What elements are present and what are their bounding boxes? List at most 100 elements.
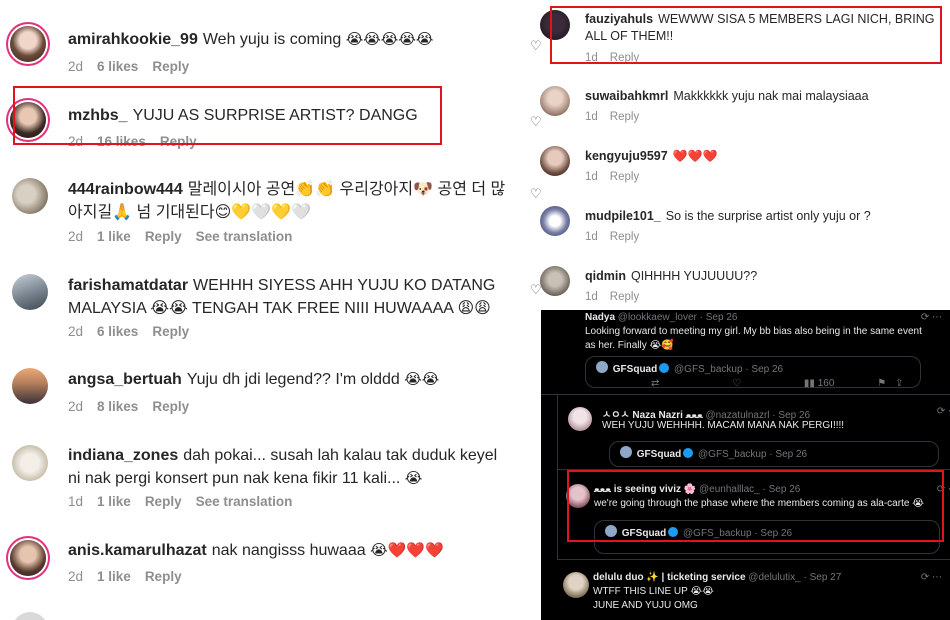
tweet-item: delulu duo ✨ | ticketing service @delulu… xyxy=(541,560,950,620)
comment-likes[interactable]: 1 like xyxy=(97,569,131,584)
comment-meta: 2d 1 like Reply See translation xyxy=(68,229,306,244)
comment-username[interactable]: mudpile101_ xyxy=(585,209,661,223)
see-translation-link[interactable]: See translation xyxy=(196,229,293,244)
share-icon[interactable]: ⇪ xyxy=(895,378,903,389)
tweet-header: Nadya @lookkaew_lover · Sep 26 xyxy=(585,312,737,323)
avatar[interactable] xyxy=(563,572,589,598)
comment-username[interactable]: 444rainbow444 xyxy=(68,181,183,198)
comment-item: mudpile101_ So is the surprise artist onl… xyxy=(522,200,950,260)
comment-likes[interactable]: 6 likes xyxy=(97,324,138,339)
avatar xyxy=(596,361,608,373)
comment-item: angsa_bertuah Yuju dh jdi legend?? I'm ol… xyxy=(0,360,520,440)
like-heart-icon[interactable]: ♡ xyxy=(530,38,542,54)
reply-button[interactable]: Reply xyxy=(610,291,639,303)
comment-item: ♡ kengyuju9597 ❤️❤️❤️ 1d Reply xyxy=(522,140,950,201)
comment-time: 2d xyxy=(68,324,84,339)
bookmark-icon[interactable]: ⚑ xyxy=(877,378,886,389)
comment-body: So is the surprise artist only yuju or ? xyxy=(665,209,871,223)
comment-time: 1d xyxy=(68,494,84,509)
tweet-handle[interactable]: @delulutix_ · Sep 27 xyxy=(748,572,841,583)
retweet-icon[interactable]: ⇄ xyxy=(651,378,659,389)
highlight-box xyxy=(13,86,442,145)
comment-meta: 1d Reply xyxy=(585,171,651,183)
comment-meta: 1d Reply xyxy=(585,111,651,123)
tweet-more-icon[interactable]: ⟳ ⋯ xyxy=(921,572,942,583)
reply-button[interactable]: Reply xyxy=(152,324,189,339)
comment-username[interactable]: angsa_bertuah xyxy=(68,371,182,388)
avatar[interactable] xyxy=(12,445,48,481)
comment-username[interactable]: farishamatdatar xyxy=(68,277,188,294)
comment-likes[interactable]: 8 likes xyxy=(97,399,138,414)
comment-meta: 1d Reply xyxy=(585,231,651,243)
comment-emoji: 😭❤️❤️❤️ xyxy=(370,541,444,559)
avatar[interactable] xyxy=(12,368,48,404)
tweet-display-name[interactable]: Nadya xyxy=(585,312,615,323)
avatar[interactable] xyxy=(540,146,570,176)
verified-icon xyxy=(659,363,670,373)
comment-username[interactable]: suwaibahkmrl xyxy=(585,89,668,103)
comment-text: qidmin QIHHHH YUJUUUU?? xyxy=(585,268,945,285)
reply-button[interactable]: Reply xyxy=(152,59,189,74)
avatar[interactable] xyxy=(12,178,48,214)
reply-button[interactable]: Reply xyxy=(610,231,639,243)
comment-username[interactable]: amirahkookie_99 xyxy=(68,31,198,48)
view-count: 160 xyxy=(817,378,835,389)
comment-text: anis.kamarulhazat nak nangisss huwaaa 😭❤️… xyxy=(68,539,508,562)
reply-button[interactable]: Reply xyxy=(152,399,189,414)
comment-username[interactable]: anis.kamarulhazat xyxy=(68,542,207,559)
like-heart-icon[interactable]: ♡ xyxy=(530,282,542,298)
comment-likes[interactable]: 1 like xyxy=(97,229,131,244)
reply-button[interactable]: Reply xyxy=(145,494,182,509)
comment-meta: 2d 6 likes Reply xyxy=(68,324,203,339)
comment-likes[interactable]: 1 like xyxy=(97,494,131,509)
comment-username[interactable]: indiana_zones xyxy=(68,447,178,464)
comment-time: 1d xyxy=(585,231,598,243)
like-heart-icon[interactable]: ♡ xyxy=(530,114,542,130)
tweet-more-icon[interactable]: ⟳ ⋯ xyxy=(937,406,950,417)
comment-meta: 2d 8 likes Reply xyxy=(68,399,203,414)
comment-emoji: 😭😭😭😭😭 xyxy=(345,30,434,48)
reply-button[interactable]: Reply xyxy=(610,111,639,123)
comment-username[interactable]: qidmin xyxy=(585,269,626,283)
reply-button[interactable]: Reply xyxy=(145,229,182,244)
comment-meta: 2d 1 like Reply xyxy=(68,569,196,584)
reply-button[interactable]: Reply xyxy=(145,569,182,584)
see-translation-link[interactable]: See translation xyxy=(196,494,293,509)
quote-handle: @GFS_backup · Sep 26 xyxy=(698,449,808,460)
avatar[interactable] xyxy=(10,540,46,576)
comment-body: QIHHHH YUJUUUU?? xyxy=(630,269,758,283)
avatar xyxy=(620,446,632,458)
comment-item: farishamatdatar WEHHH SIYESS AHH YUJU KO … xyxy=(0,260,520,360)
quoted-tweet[interactable]: GFSquad @GFS_backup · Sep 26 xyxy=(609,441,939,467)
comment-time: 2d xyxy=(68,229,84,244)
avatar[interactable] xyxy=(10,26,46,62)
tweet-text: WTFF THIS LINE UP 😭😭 JUNE AND YUJU OMG xyxy=(593,586,714,611)
like-icon[interactable]: ♡ xyxy=(732,378,741,389)
comment-body: Makkkkkk yuju nak mai malaysiaaa xyxy=(673,89,869,103)
avatar[interactable] xyxy=(540,266,570,296)
tweet-handle[interactable]: @lookkaew_lover · Sep 26 xyxy=(618,312,738,323)
comment-text: 444rainbow444 말레이시아 공연👏👏 우리강아지🐶 공연 더 많아지길… xyxy=(68,178,508,224)
comment-body: Yuju dh jdi legend?? I'm olddd xyxy=(186,371,400,388)
tweet-more-icon[interactable]: ⟳ ⋯ xyxy=(921,312,942,323)
avatar[interactable] xyxy=(540,86,570,116)
tweet-item: Nadya @lookkaew_lover · Sep 26 ⟳ ⋯ Looki… xyxy=(541,310,950,395)
avatar[interactable] xyxy=(12,274,48,310)
avatar[interactable] xyxy=(12,612,48,620)
comment-item: anis.kamarulhazat nak nangisss huwaaa 😭❤️… xyxy=(0,530,520,610)
comment-item: ♡ suwaibahkmrl Makkkkkk yuju nak mai mala… xyxy=(522,80,950,140)
views-icon[interactable]: ▮▮ xyxy=(804,378,815,389)
right-comments-panel: ♡ fauziyahuls WEWWW SISA 5 MEMBERS LAGI N… xyxy=(522,0,950,310)
avatar[interactable] xyxy=(568,407,592,431)
quote-header: GFSquad @GFS_backup · Sep 26 xyxy=(594,361,783,375)
tweet-text: Looking forward to meeting my girl. My b… xyxy=(585,326,922,351)
tweet-item: ㅅㅇㅅ Naza Nazri ﻌﻌﻌ @nazatulnazrl · Sep 2… xyxy=(557,395,950,470)
left-comments-panel: amirahkookie_99 Weh yuju is coming 😭😭😭😭😭 … xyxy=(0,0,520,620)
comment-username[interactable]: kengyuju9597 xyxy=(585,149,668,163)
avatar[interactable] xyxy=(540,206,570,236)
tweet-display-name[interactable]: delulu duo ✨ | ticketing service xyxy=(593,572,746,583)
reply-button[interactable]: Reply xyxy=(610,171,639,183)
comment-likes[interactable]: 6 likes xyxy=(97,59,138,74)
comment-body: ❤️❤️❤️ xyxy=(672,149,718,163)
comment-text: amirahkookie_99 Weh yuju is coming 😭😭😭😭😭 xyxy=(68,28,508,51)
